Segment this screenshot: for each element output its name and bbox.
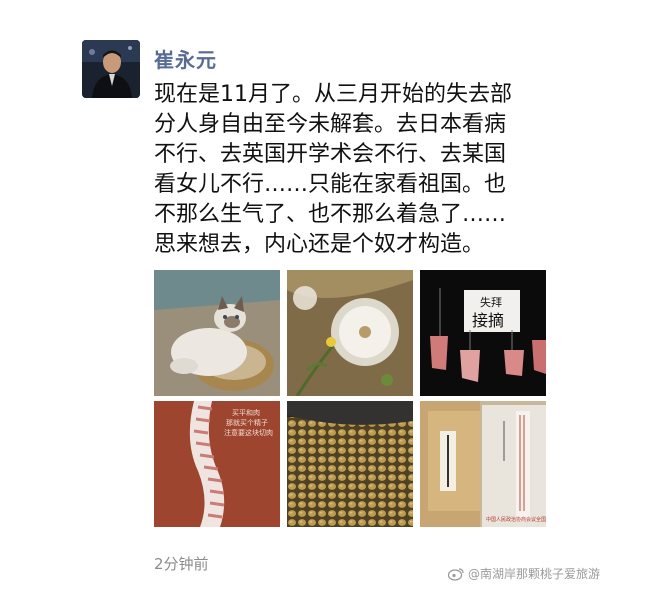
ribs-caption-2: 那就买个精子 (226, 418, 268, 427)
photo-ribs[interactable]: 买平和肉 那就买个精子 注意要这块切肉 (154, 401, 280, 527)
sign-text-main: 接摘 (472, 311, 504, 330)
post-content: 现在是11月了。从三月开始的失去部 分人身自由至今未解套。去日本看病 不行、去英… (154, 80, 554, 260)
post-content-line: 现在是11月了。从三月开始的失去部 (154, 82, 512, 107)
post-content-line: 分人身自由至今未解套。去日本看病 (154, 112, 507, 137)
cat-photo-icon (154, 270, 280, 396)
ribs-caption-3: 注意要这块切肉 (224, 428, 273, 437)
photo-soybeans[interactable] (287, 401, 413, 527)
weibo-logo-icon (448, 567, 464, 581)
post-content-line: 不行、去英国开学术会不行、去某国 (154, 142, 507, 167)
photo-envelopes[interactable]: 中国人民政治协商会议全国委员会 (420, 401, 546, 527)
photo-dandelion[interactable] (287, 270, 413, 396)
ribs-photo-icon: 买平和肉 那就买个精子 注意要这块切肉 (154, 401, 280, 527)
author-avatar[interactable] (82, 40, 140, 98)
post-timestamp: 2分钟前 (154, 555, 209, 573)
post-content-line: 看女儿不行……只能在家看祖国。也 (154, 172, 507, 197)
weibo-watermark: @南湖岸那颗桃子爱旅游 (448, 565, 600, 582)
hanging-meat-photo-icon: 失拜 接摘 (420, 270, 546, 396)
dandelion-photo-icon (287, 270, 413, 396)
post-content-line: 不那么生气了、也不那么着急了…… (154, 202, 507, 227)
photo-hanging-meat[interactable]: 失拜 接摘 (420, 270, 546, 396)
soybeans-photo-icon (287, 401, 413, 527)
photo-cat[interactable] (154, 270, 280, 396)
post-content-line: 思来想去，内心还是个奴才构造。 (154, 232, 485, 257)
sign-text-top: 失拜 (480, 296, 502, 309)
watermark-text: @南湖岸那颗桃子爱旅游 (468, 567, 601, 581)
envelopes-photo-icon: 中国人民政治协商会议全国委员会 (420, 401, 546, 527)
photo-grid: 失拜 接摘 买平和肉 那就买个精子 注意要这块切肉 中国人民政治协商会议全国 (154, 270, 546, 527)
envelope-stamp-text: 中国人民政治协商会议全国委员会 (486, 516, 546, 523)
author-name[interactable]: 崔永元 (154, 44, 217, 73)
moment-post: 崔永元 现在是11月了。从三月开始的失去部 分人身自由至今未解套。去日本看病 不… (0, 0, 650, 590)
ribs-caption-1: 买平和肉 (232, 408, 260, 417)
